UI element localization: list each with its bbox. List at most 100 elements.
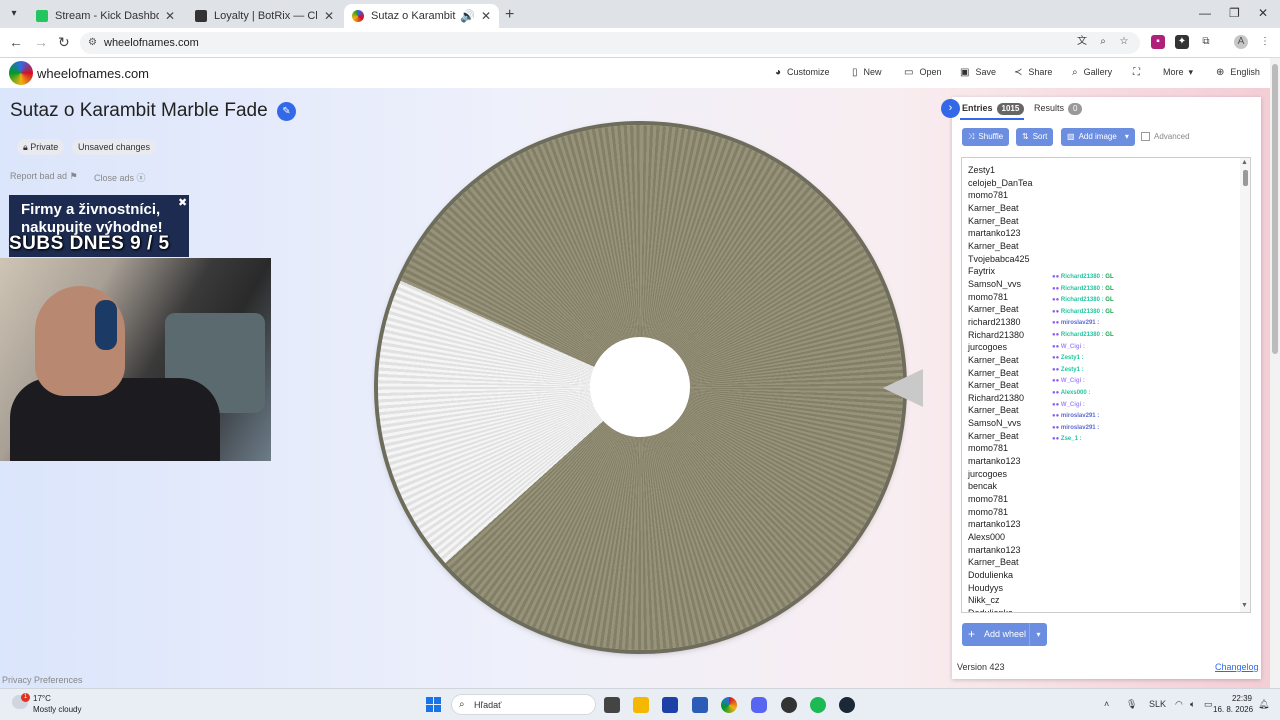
ad-close-icon[interactable]: ✖ [178, 196, 187, 209]
translate-icon[interactable]: 文 [1075, 35, 1089, 49]
language-indicator[interactable]: SLK [1149, 699, 1166, 709]
word-icon[interactable] [692, 697, 708, 713]
customize-button[interactable]: ◕ Customize [775, 67, 830, 78]
close-ads-link[interactable]: Close ads ⓧ [94, 171, 146, 184]
scrollbar-thumb[interactable] [1272, 64, 1278, 354]
shuffle-button[interactable]: ⤨ Shuffle [962, 128, 1010, 146]
app-icon[interactable] [781, 697, 797, 713]
back-icon[interactable]: ← [9, 34, 23, 50]
wifi-icon[interactable]: ◠ [1175, 699, 1183, 710]
new-button[interactable]: ▯ New [852, 67, 882, 78]
add-wheel-button[interactable]: + Add wheel ▾ [962, 623, 1047, 646]
checkbox[interactable] [1141, 132, 1150, 142]
wheel-logo-icon[interactable] [9, 61, 33, 85]
scrollbar-thumb[interactable] [1243, 170, 1248, 186]
extension-icon[interactable]: ▪ [1151, 35, 1165, 49]
sort-button[interactable]: ⇅ Sort [1016, 128, 1054, 146]
entry-item: martanko123 [968, 519, 1021, 530]
collapse-panel-icon[interactable]: › [941, 99, 960, 118]
fullscreen-button[interactable]: ⛶ [1133, 67, 1146, 78]
tab-audio-icon[interactable]: 🔊 [460, 9, 475, 23]
tab-results[interactable]: Results 0 [1034, 103, 1083, 115]
address-bar[interactable]: ⚙ wheelofnames.com [80, 32, 1140, 54]
task-view-icon[interactable] [604, 697, 620, 713]
bookmark-star-icon[interactable]: ☆ [1117, 35, 1131, 49]
report-ad-link[interactable]: Report bad ad ⚑ [10, 171, 78, 182]
more-button[interactable]: More ▾ [1163, 67, 1193, 78]
chrome-icon[interactable] [721, 697, 737, 713]
flag-icon: ⚑ [69, 171, 78, 181]
reload-icon[interactable]: ↻ [58, 34, 70, 51]
tab-close-icon[interactable]: ✕ [165, 9, 175, 23]
entry-item: Karner_Beat [968, 367, 1019, 378]
chat-message: ●● Zse_1 : [1052, 434, 1114, 446]
profile-avatar[interactable]: A [1234, 35, 1248, 49]
entry-item: Dodulienka [968, 607, 1014, 613]
discord-icon[interactable] [751, 697, 767, 713]
save-button[interactable]: ▣ Save [960, 67, 996, 78]
language-button[interactable]: ⊕ English [1216, 67, 1260, 78]
entry-item: jurcogoes [968, 468, 1008, 479]
chat-badge-icon: ●● [1052, 343, 1061, 350]
entry-item: SamsoN_vvs [968, 278, 1022, 289]
site-info-icon[interactable]: ⚙ [88, 32, 97, 54]
open-button[interactable]: ▭ Open [904, 67, 941, 78]
extension-icon[interactable]: ✦ [1175, 35, 1189, 49]
start-button[interactable] [426, 697, 441, 712]
wheel-hub[interactable] [590, 337, 690, 437]
botrix-favicon-icon [195, 10, 207, 22]
close-window-icon[interactable]: ✕ [1258, 6, 1268, 20]
clock-time[interactable]: 22:39 [1226, 694, 1252, 703]
microphone-icon[interactable]: 🎙︎ [1126, 699, 1137, 710]
scroll-up-icon[interactable]: ▲ [1241, 159, 1248, 166]
tab-close-icon[interactable]: ✕ [324, 9, 334, 23]
page-scrollbar[interactable] [1270, 58, 1280, 688]
steam-icon[interactable] [839, 697, 855, 713]
app-v-icon[interactable] [662, 697, 678, 713]
browser-menu-icon[interactable]: ⋮ [1258, 35, 1272, 49]
weather-condition[interactable]: Mostly cloudy [33, 705, 81, 714]
changelog-link[interactable]: Changelog [1215, 662, 1259, 672]
clock-date[interactable]: 16. 8. 2026 [1213, 705, 1253, 714]
browser-tab-wheel[interactable]: Sutaz o Karambit Marble Fa 🔊 ✕ [344, 4, 499, 28]
tab-close-icon[interactable]: ✕ [481, 9, 491, 23]
extensions-puzzle-icon[interactable]: ⧉ [1199, 35, 1213, 49]
forward-icon[interactable]: → [34, 34, 48, 50]
browser-tab-botrix[interactable]: Loyalty | BotRix — Cloud Stream ✕ [187, 4, 342, 28]
file-explorer-icon[interactable] [633, 697, 649, 713]
spotify-icon[interactable] [810, 697, 826, 713]
edit-title-icon[interactable]: ✎ [277, 102, 296, 121]
wheel[interactable] [378, 125, 903, 650]
chat-badge-icon: ●● [1052, 389, 1061, 396]
chevron-down-icon[interactable]: ▾ [1029, 623, 1047, 646]
wheel-favicon-icon [352, 10, 364, 22]
entries-scrollbar[interactable]: ▲ ▼ [1240, 158, 1250, 612]
notifications-icon[interactable]: 🔔︎ [1258, 699, 1269, 710]
weather-temp[interactable]: 17°C [33, 694, 51, 703]
private-chip[interactable]: 🔒︎ Private [17, 139, 65, 155]
privacy-preferences-link[interactable]: Privacy Preferences [2, 675, 83, 685]
tab-entries[interactable]: Entries 1015 [962, 103, 1025, 115]
sort-icon: ⇅ [1022, 132, 1029, 141]
site-name[interactable]: wheelofnames.com [37, 66, 149, 81]
advanced-checkbox[interactable]: Advanced [1141, 132, 1190, 142]
browser-tab-kick[interactable]: Stream - Kick Dashboard ✕ [28, 4, 183, 28]
minimize-icon[interactable]: — [1199, 6, 1211, 20]
new-tab-button[interactable]: + [505, 6, 514, 24]
scroll-down-icon[interactable]: ▼ [1241, 602, 1248, 609]
tray-chevron-icon[interactable]: ˄ [1104, 699, 1109, 709]
ad-headline: Firmy a živnostníci, [21, 201, 161, 218]
tab-search-button[interactable]: ▾ [4, 5, 24, 23]
zoom-icon[interactable]: ⌕ [1096, 35, 1110, 49]
entry-item: Karner_Beat [968, 240, 1019, 251]
chat-username: W_Cigi : [1060, 343, 1085, 350]
chat-username: Richard21380 : [1060, 331, 1106, 338]
taskbar-search[interactable]: ⌕ Hľadať [451, 694, 596, 715]
volume-icon[interactable]: 🔈︎ [1190, 699, 1195, 710]
chat-username: miroslav291 : [1060, 413, 1100, 420]
gallery-button[interactable]: ⌕ Gallery [1072, 67, 1112, 78]
battery-icon[interactable]: ▭ [1204, 699, 1213, 710]
share-button[interactable]: ≺ Share [1014, 67, 1052, 78]
restore-icon[interactable]: ❐ [1229, 6, 1240, 20]
add-image-button[interactable]: ▨ Add image ▾ [1061, 128, 1135, 146]
